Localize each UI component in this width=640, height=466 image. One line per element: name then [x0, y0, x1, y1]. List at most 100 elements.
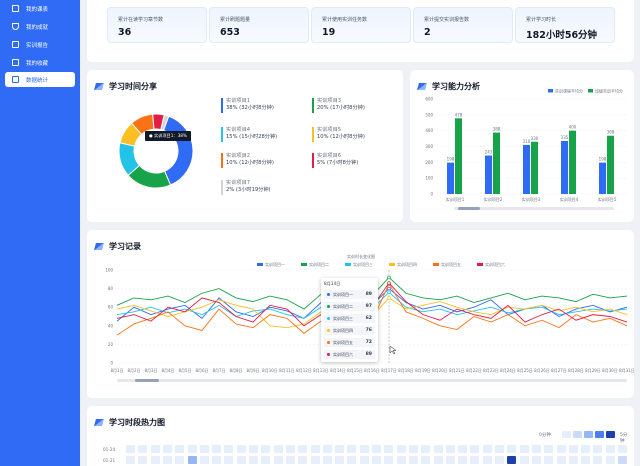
- heatmap-cell[interactable]: [322, 456, 332, 464]
- heatmap-cell[interactable]: [421, 456, 431, 464]
- heatmap-cell[interactable]: [568, 456, 578, 464]
- heatmap-cell[interactable]: [162, 445, 172, 453]
- legend-item[interactable]: 实训项目4 15% (15小时28分钟): [221, 127, 277, 142]
- heatmap-cell[interactable]: [470, 456, 480, 464]
- heatmap-cell[interactable]: [187, 456, 197, 464]
- heatmap-cell[interactable]: [618, 456, 627, 464]
- heatmap-cell[interactable]: [605, 456, 615, 464]
- heatmap-cell[interactable]: [236, 456, 246, 464]
- heatmap-cell[interactable]: [126, 456, 135, 464]
- bar[interactable]: [599, 162, 606, 194]
- heatmap-cell[interactable]: [212, 445, 222, 453]
- heatmap-cell[interactable]: [495, 456, 504, 464]
- heatmap-cell[interactable]: [224, 445, 234, 453]
- heatmap-cell[interactable]: [581, 456, 591, 464]
- heatmap-cell[interactable]: [519, 456, 529, 464]
- heatmap-cell[interactable]: [298, 456, 308, 464]
- ability-scrollbar[interactable]: [454, 207, 614, 210]
- heatmap-cell[interactable]: [593, 456, 603, 464]
- heatmap-cell[interactable]: [322, 445, 332, 453]
- heatmap-cell[interactable]: [187, 445, 197, 453]
- heatmap-cell[interactable]: [298, 445, 308, 453]
- heatmap-cell[interactable]: [556, 445, 566, 453]
- bar[interactable]: [531, 141, 538, 194]
- heatmap-cell[interactable]: [236, 445, 246, 453]
- bar[interactable]: [485, 155, 492, 194]
- sidebar-item-report[interactable]: 实训报告: [5, 37, 75, 52]
- heatmap-cell[interactable]: [249, 456, 258, 464]
- bar[interactable]: [569, 130, 576, 194]
- donut-slice[interactable]: [162, 115, 194, 186]
- heatmap-cell[interactable]: [175, 456, 185, 464]
- heatmap-cell[interactable]: [261, 445, 271, 453]
- bar[interactable]: [561, 140, 568, 194]
- bar[interactable]: [523, 144, 530, 194]
- heatmap-cell[interactable]: [458, 445, 468, 453]
- heatmap-cell[interactable]: [372, 456, 381, 464]
- heatmap-cell[interactable]: [273, 445, 283, 453]
- heatmap-cell[interactable]: [212, 456, 222, 464]
- ability-bar-chart[interactable]: 实训课程平均分 班级实训平均分 600 500 400 300 200 100 0 198 478 实…: [410, 88, 634, 218]
- heatmap-cell[interactable]: [310, 456, 320, 464]
- sidebar-item-favorites[interactable]: 我的收藏: [5, 55, 75, 70]
- heatmap-cell[interactable]: [384, 445, 394, 453]
- bar[interactable]: [493, 132, 500, 194]
- heatmap-cell[interactable]: [384, 456, 394, 464]
- legend-item[interactable]: 实训项目1 38% (32小时8分钟): [221, 98, 274, 113]
- heatmap-cell[interactable]: [507, 456, 517, 464]
- donut-chart[interactable]: [111, 106, 201, 196]
- heatmap-cell[interactable]: [593, 445, 603, 453]
- heatmap-cell[interactable]: [138, 456, 148, 464]
- heatmap-cell[interactable]: [175, 445, 185, 453]
- heatmap-cell[interactable]: [482, 456, 492, 464]
- heatmap-cell[interactable]: [359, 456, 369, 464]
- legend-item[interactable]: 实训项目2 10% (12小时8分钟): [221, 153, 274, 168]
- heatmap-cell[interactable]: [138, 445, 148, 453]
- legend-item[interactable]: 实训项目3 20% (17小时8分钟): [312, 98, 365, 113]
- heatmap-cell[interactable]: [507, 445, 517, 453]
- heatmap-cell[interactable]: [581, 445, 591, 453]
- legend-item[interactable]: 实训项目7 2% (3小时19分钟): [221, 180, 271, 195]
- heatmap-cell[interactable]: [531, 445, 541, 453]
- heatmap-cell[interactable]: [285, 456, 295, 464]
- heatmap-cell[interactable]: [199, 445, 209, 453]
- heatmap-cell[interactable]: [150, 445, 160, 453]
- heatmap-cell[interactable]: [618, 445, 627, 453]
- heatmap-cell[interactable]: [556, 456, 566, 464]
- heatmap-cell[interactable]: [408, 456, 418, 464]
- heatmap-cell[interactable]: [372, 445, 381, 453]
- heatmap-cell[interactable]: [445, 456, 455, 464]
- heatmap-cell[interactable]: [482, 445, 492, 453]
- heatmap-cell[interactable]: [273, 456, 283, 464]
- heatmap-cell[interactable]: [249, 445, 258, 453]
- heatmap-cell[interactable]: [408, 445, 418, 453]
- heatmap-cell[interactable]: [162, 456, 172, 464]
- heatmap-cell[interactable]: [126, 445, 135, 453]
- heatmap-cell[interactable]: [335, 445, 345, 453]
- heatmap-cell[interactable]: [445, 445, 455, 453]
- heatmap-cell[interactable]: [605, 445, 615, 453]
- heatmap-cell[interactable]: [224, 456, 234, 464]
- heatmap-cell[interactable]: [470, 445, 480, 453]
- bar[interactable]: [607, 135, 614, 194]
- heatmap-cell[interactable]: [421, 445, 431, 453]
- heatmap-cell[interactable]: [310, 445, 320, 453]
- heatmap-cell[interactable]: [359, 445, 369, 453]
- legend-item[interactable]: 实训项目6 5% (7小时8分钟): [312, 153, 358, 168]
- heatmap-cell[interactable]: [261, 456, 271, 464]
- heatmap-cell[interactable]: [568, 445, 578, 453]
- scroll-thumb[interactable]: [458, 207, 480, 210]
- sidebar-item-achievement[interactable]: 我的成就: [5, 19, 75, 34]
- sidebar-item-schedule[interactable]: 我的课表: [5, 1, 75, 16]
- bar[interactable]: [455, 118, 462, 194]
- heatmap-cell[interactable]: [347, 445, 357, 453]
- heatmap-cell[interactable]: [396, 445, 406, 453]
- heatmap-cell[interactable]: [495, 445, 504, 453]
- heatmap-cell[interactable]: [433, 456, 443, 464]
- heatmap-cell[interactable]: [347, 456, 357, 464]
- bar[interactable]: [447, 162, 454, 194]
- heatmap-cell[interactable]: [335, 456, 345, 464]
- heatmap-cell[interactable]: [285, 445, 295, 453]
- heatmap-cell[interactable]: [544, 445, 554, 453]
- scroll-thumb[interactable]: [135, 379, 159, 382]
